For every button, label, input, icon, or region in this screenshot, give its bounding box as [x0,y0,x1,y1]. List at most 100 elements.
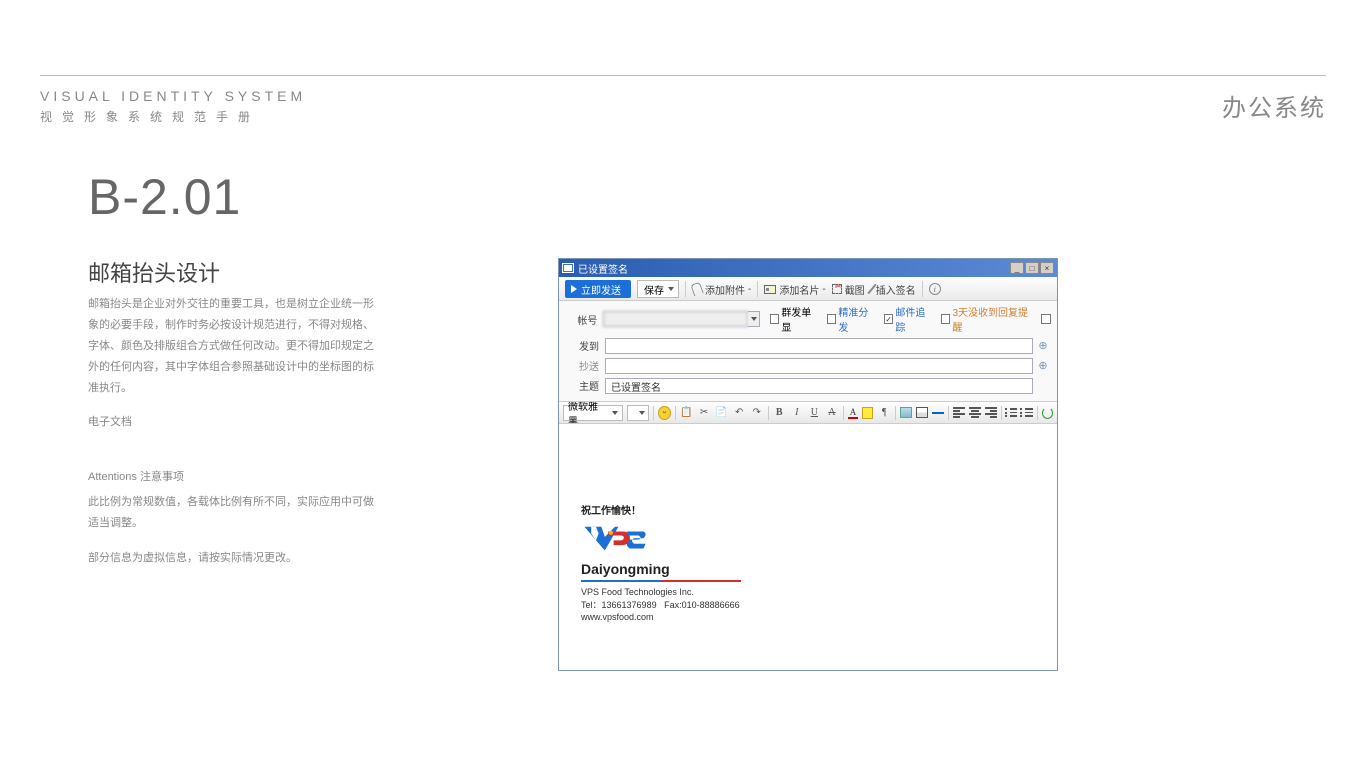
bullet-list-button[interactable] [1006,407,1018,418]
mail-window: 已设置签名 _ □ × 立即发送 保存 添加附件 - 添加名片 - 截图 插入签… [558,258,1058,671]
mail-app-icon [562,263,574,273]
header-category: 办公系统 [1222,88,1326,123]
insert-image-button[interactable] [900,407,912,418]
screenshot-label: 截图 [845,282,865,297]
toolbar-divider [757,281,758,297]
chk-extra[interactable] [1041,314,1051,324]
attach-button[interactable]: 添加附件 - [692,282,751,297]
add-recipient-button[interactable]: ⊕ [1036,339,1050,353]
send-options: 群发单显 精准分发 邮件追踪 3天没收到回复提醒 [770,304,1051,334]
align-center-button[interactable] [969,407,981,418]
signature-contact: Tel：13661376989 Fax:010-88886666 [581,598,841,611]
to-field[interactable] [605,338,1033,354]
desc-sub: 电子文档 [88,412,378,433]
close-button[interactable]: × [1040,262,1054,274]
signature-block: 祝工作愉快！ Daiyongming VPS Food Technologies… [581,502,841,622]
note-1: 此比例为常规数值，各载体比例有所不同，实际应用中可做适当调整。 [88,492,378,534]
save-select[interactable]: 保存 [637,280,679,298]
crop-icon [832,284,842,294]
editor-divider [948,406,949,420]
emoji-button[interactable]: ᵕ [658,406,671,420]
subject-value: 已设置签名 [609,383,661,394]
text-color-button[interactable]: A [848,407,859,419]
subject-label: 主题 [565,378,605,393]
tel-label: Tel： [581,600,602,610]
editor-divider [1001,406,1002,420]
screenshot-button[interactable]: 截图 [832,282,865,297]
account-field[interactable] [603,311,748,327]
insert-sig-button[interactable]: 插入签名 [871,282,916,297]
align-right-button[interactable] [985,407,997,418]
card-icon [764,285,776,294]
strike-button[interactable]: A [825,405,839,420]
checkbox-icon [827,314,837,324]
section-code: B-2.01 [88,168,241,226]
fax-label: Fax: [664,600,682,610]
refresh-button[interactable] [1042,407,1053,419]
send-label: 立即发送 [581,282,621,297]
undo-button[interactable]: ↶ [732,405,746,420]
chk-groupsend[interactable]: 群发单显 [770,304,819,334]
editor-divider [653,406,654,420]
editor-divider [1037,406,1038,420]
highlight-button[interactable] [862,407,873,419]
mail-titlebar: 已设置签名 _ □ × [559,259,1057,277]
chk-label: 邮件追踪 [895,304,933,334]
editor-divider [675,406,676,420]
info-icon[interactable]: i [929,283,941,295]
insert-table-button[interactable] [916,407,928,418]
header-left: VISUAL IDENTITY SYSTEM 视觉形象系统规范手册 [40,88,306,125]
insertsig-label: 插入签名 [876,282,916,297]
insert-hr-button[interactable] [932,412,945,414]
cc-label: 抄送 [565,358,605,373]
font-family-select[interactable]: 微软雅黑 [563,405,623,421]
chk-track[interactable]: 邮件追踪 [884,304,933,334]
checkbox-icon [884,314,894,324]
description-block: 邮箱抬头是企业对外交往的重要工具，也是树立企业统一形象的必要手段，制作时务必按设… [88,294,378,569]
cut-button[interactable]: ✂ [697,405,711,420]
chk-label: 精准分发 [838,304,876,334]
editor-divider [843,406,844,420]
to-row: 发到 ⊕ [565,337,1051,354]
cc-field[interactable] [605,358,1033,374]
mail-toolbar: 立即发送 保存 添加附件 - 添加名片 - 截图 插入签名 i [559,277,1057,301]
underline-button[interactable]: U [808,405,822,420]
italic-button[interactable]: I [790,405,804,420]
send-button[interactable]: 立即发送 [565,280,631,298]
editor-body[interactable]: 祝工作愉快！ Daiyongming VPS Food Technologies… [559,424,1057,670]
font-size-select[interactable] [627,405,649,421]
redo-button[interactable]: ↷ [750,405,764,420]
maximize-button[interactable]: □ [1025,262,1039,274]
toolbar-divider [685,281,686,297]
signature-company: VPS Food Technologies Inc. [581,587,841,597]
note-title: Attentions 注意事项 [88,467,378,488]
signature-rule [581,580,741,582]
fields-area: 帐号 群发单显 精准分发 邮件追踪 3天没收到回复提醒 发到 ⊕ 抄送 ⊕ 主题… [559,301,1057,402]
chk-label: 群发单显 [781,304,819,334]
addname-label: 添加名片 [779,282,819,297]
chk-remind[interactable]: 3天没收到回复提醒 [941,304,1033,334]
paste-button[interactable]: 📄 [715,405,729,420]
mail-title-text: 已设置签名 [578,261,1009,276]
to-label: 发到 [565,338,605,353]
signature-web: www.vpsfood.com [581,612,841,622]
account-row: 帐号 群发单显 精准分发 邮件追踪 3天没收到回复提醒 [565,304,1051,334]
signature-name: Daiyongming [581,561,841,577]
subject-field[interactable]: 已设置签名 [605,378,1033,394]
editor-divider [895,406,896,420]
number-list-button[interactable] [1021,407,1033,418]
header-title-en: VISUAL IDENTITY SYSTEM [40,88,306,104]
align-left-button[interactable] [953,407,965,418]
addname-button[interactable]: 添加名片 - [764,282,825,297]
section-title: 邮箱抬头设计 [88,256,220,288]
account-dropdown[interactable] [748,311,759,327]
chk-precise[interactable]: 精准分发 [827,304,876,334]
bold-button[interactable]: B [772,405,786,420]
add-cc-button[interactable]: ⊕ [1036,359,1050,373]
minimize-button[interactable]: _ [1010,262,1024,274]
save-label: 保存 [644,282,664,297]
logo [581,523,841,559]
format-clear-button[interactable]: ¶ [877,405,891,420]
chk-label: 3天没收到回复提醒 [952,304,1033,334]
copy-button[interactable]: 📋 [680,405,694,420]
